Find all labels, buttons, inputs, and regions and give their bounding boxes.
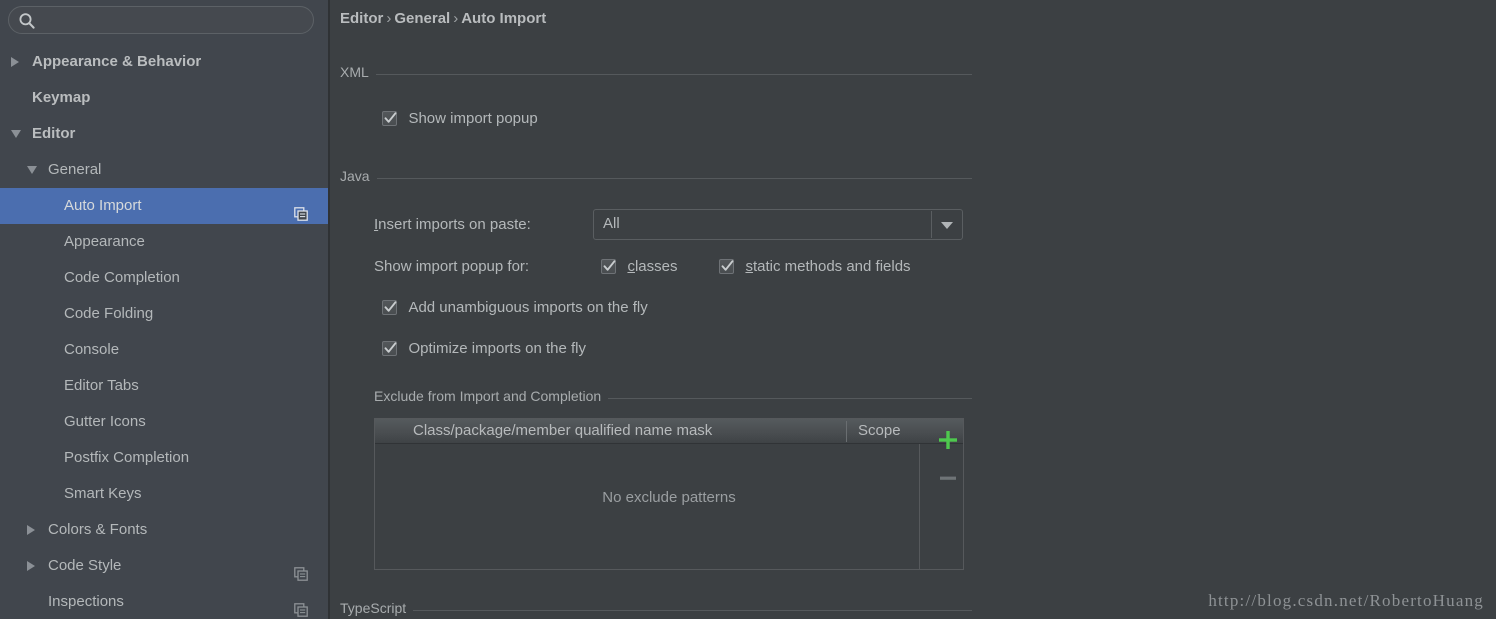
sidebar-item-label: Code Folding (64, 305, 153, 322)
dropdown-separator (931, 211, 932, 238)
copy-settings-icon[interactable] (294, 595, 308, 609)
sidebar-item-editor-tabs[interactable]: Editor Tabs (0, 368, 328, 404)
insert-imports-label: Insert imports on paste: (374, 216, 531, 233)
sidebar-item-general[interactable]: General (0, 152, 328, 188)
show-import-popup-label: Show import popup (401, 110, 537, 127)
sidebar-item-auto-import[interactable]: Auto Import (0, 188, 328, 224)
chevron-down-icon[interactable] (11, 130, 21, 138)
column-header-scope[interactable]: Scope (858, 422, 901, 439)
sidebar-item-inspections[interactable]: Inspections (0, 584, 328, 619)
sidebar-item-appearance[interactable]: Appearance (0, 224, 328, 260)
sidebar-scrollbar-track[interactable] (313, 44, 324, 619)
breadcrumb-separator-1: › (383, 10, 394, 27)
classes-label: classes (620, 258, 677, 275)
sidebar-item-appearance-behavior[interactable]: Appearance & Behavior (0, 44, 328, 80)
chevron-right-icon[interactable] (27, 525, 35, 535)
sidebar-item-label: Postfix Completion (64, 449, 189, 466)
chevron-down-icon[interactable] (941, 222, 953, 229)
exclude-section-title: Exclude from Import and Completion (374, 388, 608, 404)
breadcrumb-general: General (394, 10, 450, 27)
sidebar-item-label: Auto Import (64, 197, 142, 214)
column-divider[interactable] (846, 421, 847, 442)
static-methods-checkbox[interactable] (719, 259, 734, 274)
breadcrumb-editor: Editor (340, 10, 383, 27)
copy-settings-icon[interactable] (294, 559, 308, 573)
breadcrumb-separator-2: › (450, 10, 461, 27)
sidebar-item-gutter-icons[interactable]: Gutter Icons (0, 404, 328, 440)
remove-exclude-button[interactable] (937, 467, 959, 494)
search-input[interactable] (41, 7, 310, 35)
xml-section-rule (340, 74, 972, 75)
sidebar-item-postfix-completion[interactable]: Postfix Completion (0, 440, 328, 476)
insert-imports-dropdown[interactable]: All (593, 209, 963, 240)
classes-mnemonic: c (627, 258, 635, 275)
sidebar-item-label: Colors & Fonts (48, 521, 147, 538)
table-toolbar-divider (919, 444, 920, 570)
sidebar-item-label: Editor Tabs (64, 377, 139, 394)
sidebar-item-editor[interactable]: Editor (0, 116, 328, 152)
sidebar-item-label: Code Style (48, 557, 121, 574)
sidebar-item-label: Console (64, 341, 119, 358)
sidebar-item-label: Gutter Icons (64, 413, 146, 430)
sidebar-item-label: Appearance & Behavior (32, 53, 201, 70)
optimize-imports-checkbox-row[interactable]: Optimize imports on the fly (382, 340, 586, 358)
show-import-popup-for-label: Show import popup for: (374, 258, 529, 275)
sidebar-item-code-completion[interactable]: Code Completion (0, 260, 328, 296)
copy-settings-icon[interactable] (294, 199, 308, 213)
add-unambiguous-label: Add unambiguous imports on the fly (401, 299, 647, 316)
insert-imports-label-text: nsert imports on paste: (378, 216, 531, 233)
exclude-table[interactable]: Class/package/member qualified name mask… (374, 418, 964, 570)
xml-section-title: XML (340, 64, 376, 80)
optimize-imports-label: Optimize imports on the fly (401, 340, 586, 357)
sidebar-item-console[interactable]: Console (0, 332, 328, 368)
sidebar-item-label: General (48, 161, 101, 178)
typescript-section-title: TypeScript (340, 600, 413, 616)
search-icon (18, 12, 36, 30)
classes-label-text: lasses (635, 258, 678, 275)
chevron-right-icon[interactable] (27, 561, 35, 571)
optimize-imports-checkbox[interactable] (382, 341, 397, 356)
add-exclude-button[interactable] (937, 429, 959, 456)
sidebar-item-label: Code Completion (64, 269, 180, 286)
sidebar-item-label: Editor (32, 125, 75, 142)
exclude-table-header: Class/package/member qualified name mask… (375, 419, 963, 444)
exclude-table-empty-message: No exclude patterns (375, 489, 963, 506)
sidebar-item-label: Inspections (48, 593, 124, 610)
settings-main-pane: Editor›General›Auto Import XML Show impo… (330, 0, 1496, 619)
classes-checkbox[interactable] (601, 259, 616, 274)
settings-tree: Appearance & Behavior Keymap Editor General… (0, 44, 328, 619)
typescript-section-rule (340, 610, 972, 611)
breadcrumb-auto-import: Auto Import (461, 10, 546, 27)
static-methods-label: static methods and fields (738, 258, 910, 275)
settings-dialog: Appearance & Behavior Keymap Editor General… (0, 0, 1496, 619)
add-unambiguous-checkbox-row[interactable]: Add unambiguous imports on the fly (382, 299, 648, 317)
show-import-popup-for-text: Show import popup for: (374, 258, 529, 275)
insert-imports-value: All (603, 215, 620, 232)
sidebar-item-label: Smart Keys (64, 485, 142, 502)
settings-sidebar: Appearance & Behavior Keymap Editor General… (0, 0, 328, 619)
static-methods-label-text: tatic methods and fields (753, 258, 911, 275)
search-box[interactable] (8, 6, 314, 34)
chevron-down-icon[interactable] (27, 166, 37, 174)
sidebar-item-label: Keymap (32, 89, 90, 106)
sidebar-item-label: Appearance (64, 233, 145, 250)
static-methods-mnemonic: s (745, 258, 753, 275)
show-import-popup-checkbox-row[interactable]: Show import popup (382, 110, 538, 128)
sidebar-item-colors-fonts[interactable]: Colors & Fonts (0, 512, 328, 548)
chevron-right-icon[interactable] (11, 57, 19, 67)
sidebar-item-code-style[interactable]: Code Style (0, 548, 328, 584)
static-methods-checkbox-row[interactable]: static methods and fields (719, 258, 911, 276)
sidebar-item-keymap[interactable]: Keymap (0, 80, 328, 116)
sidebar-item-smart-keys[interactable]: Smart Keys (0, 476, 328, 512)
java-section-rule (340, 178, 972, 179)
java-section-title: Java (340, 168, 377, 184)
column-header-mask[interactable]: Class/package/member qualified name mask (413, 422, 712, 439)
breadcrumb: Editor›General›Auto Import (340, 10, 546, 27)
add-unambiguous-checkbox[interactable] (382, 300, 397, 315)
watermark-text: http://blog.csdn.net/RobertoHuang (1208, 591, 1484, 611)
classes-checkbox-row[interactable]: classes (601, 258, 677, 276)
show-import-popup-checkbox[interactable] (382, 111, 397, 126)
sidebar-item-code-folding[interactable]: Code Folding (0, 296, 328, 332)
